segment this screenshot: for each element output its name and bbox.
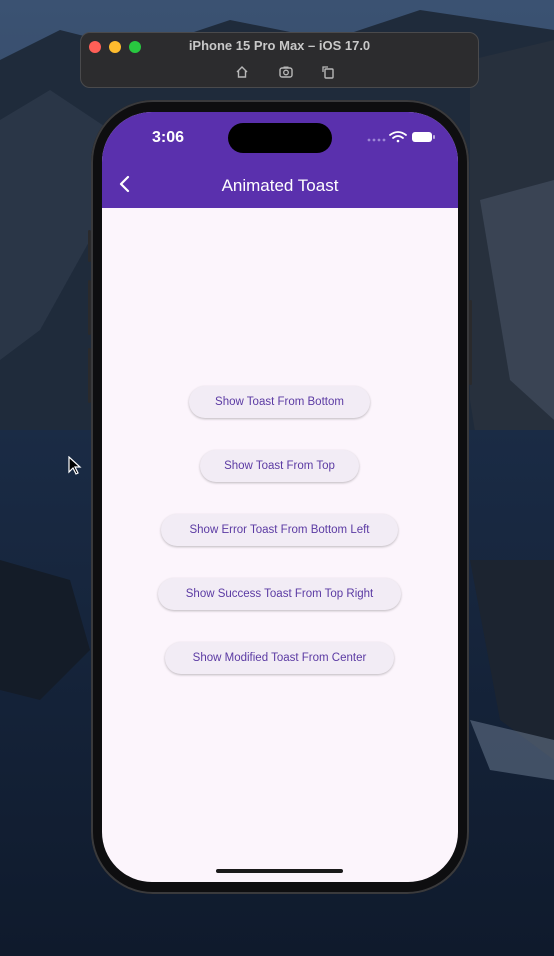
status-time: 3:06 (152, 129, 185, 146)
phone-screen: 3:06 Animated Toast Show Toast From Bott… (102, 112, 458, 882)
content-area: Show Toast From Bottom Show Toast From T… (102, 208, 458, 882)
action-button (88, 230, 91, 262)
signal-dots-icon (367, 138, 386, 142)
power-button (469, 300, 472, 385)
home-icon[interactable] (234, 64, 252, 82)
dynamic-island (228, 123, 332, 153)
home-indicator (216, 869, 343, 873)
show-toast-top-button[interactable]: Show Toast From Top (200, 450, 359, 482)
mouse-cursor-icon (68, 455, 82, 481)
wifi-icon (389, 131, 407, 143)
battery-icon (412, 132, 435, 142)
rotate-icon[interactable] (320, 64, 338, 82)
show-toast-bottom-button[interactable]: Show Toast From Bottom (189, 386, 370, 418)
show-success-toast-button[interactable]: Show Success Toast From Top Right (158, 578, 401, 610)
volume-up-button (88, 280, 91, 335)
show-modified-toast-button[interactable]: Show Modified Toast From Center (165, 642, 394, 674)
simulator-title: iPhone 15 Pro Max – iOS 17.0 (188, 38, 371, 53)
show-error-toast-button[interactable]: Show Error Toast From Bottom Left (161, 514, 398, 546)
volume-down-button (88, 348, 91, 403)
status-icons (366, 130, 436, 144)
simulator-window-bar: iPhone 15 Pro Max – iOS 17.0 (80, 32, 479, 88)
app-bar: 3:06 Animated Toast (102, 112, 458, 208)
screenshot-icon[interactable] (278, 64, 296, 82)
page-title: Animated Toast (221, 176, 339, 195)
